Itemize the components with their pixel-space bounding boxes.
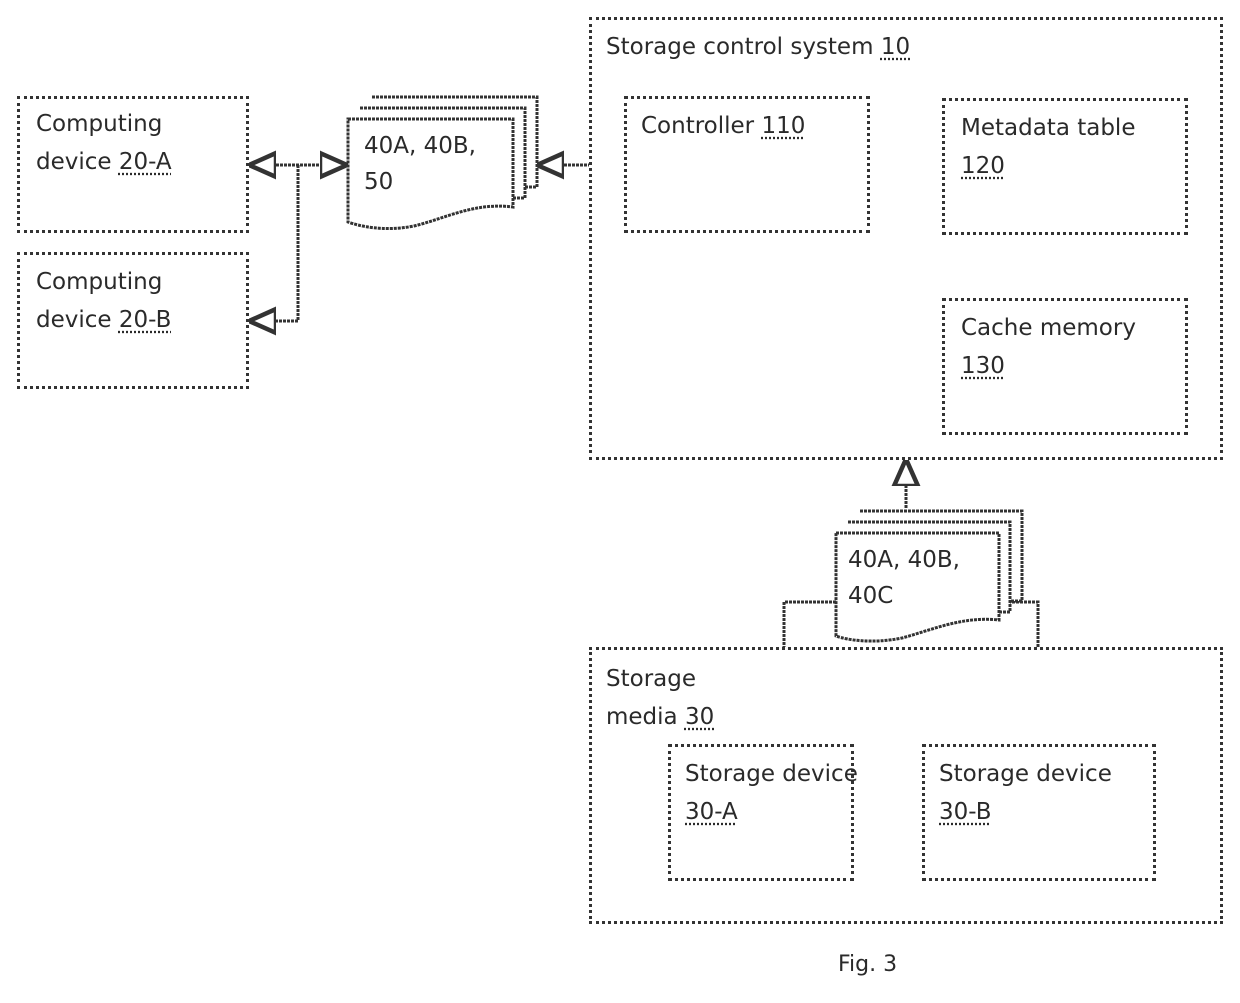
lower-document-stack: 40A, 40B, 40C [832, 508, 1028, 648]
controller-box: Controller 110 [624, 96, 870, 233]
computing-device-a: Computing device 20-A [17, 96, 249, 233]
figure-caption: Fig. 3 [838, 952, 898, 977]
metadata-table-box: Metadata table 120 [942, 98, 1188, 235]
storage-media-label: Storage media 30 [606, 666, 715, 730]
computing-device-b: Computing device 20-B [17, 252, 249, 389]
ref-20-a: 20-A [118, 149, 172, 175]
computing-device-b-label: Computing device 20-B [36, 269, 172, 333]
storage-device-b-label: Storage device 30-B [939, 761, 1112, 825]
ref-110: 110 [761, 113, 806, 139]
computing-device-a-label: Computing device 20-A [36, 111, 172, 175]
storage-device-a-label: Storage device 30-A [685, 761, 858, 825]
storage-control-system-label: Storage control system 10 [606, 34, 911, 60]
storage-device-a: Storage device 30-A [668, 744, 858, 881]
storage-device-b: Storage device 30-B [922, 744, 1156, 881]
ref-30-a: 30-A [685, 799, 738, 825]
ref-30: 30 [684, 704, 715, 730]
lower-document-label: 40A, 40B, 40C [848, 547, 960, 609]
ref-120: 120 [961, 153, 1005, 179]
arrow-branch-to-device-b [252, 165, 300, 321]
ref-30-b: 30-B [939, 799, 992, 825]
ref-20-b: 20-B [118, 307, 172, 333]
cache-memory-label: Cache memory 130 [961, 315, 1136, 379]
upper-document-label: 40A, 40B, 50 [364, 133, 476, 195]
metadata-table-label: Metadata table 120 [961, 115, 1136, 179]
upper-document-stack: 40A, 40B, 50 [344, 94, 540, 234]
ref-10: 10 [880, 34, 911, 60]
controller-label: Controller 110 [641, 113, 806, 139]
cache-memory-box: Cache memory 130 [942, 298, 1188, 435]
ref-130: 130 [961, 353, 1005, 379]
